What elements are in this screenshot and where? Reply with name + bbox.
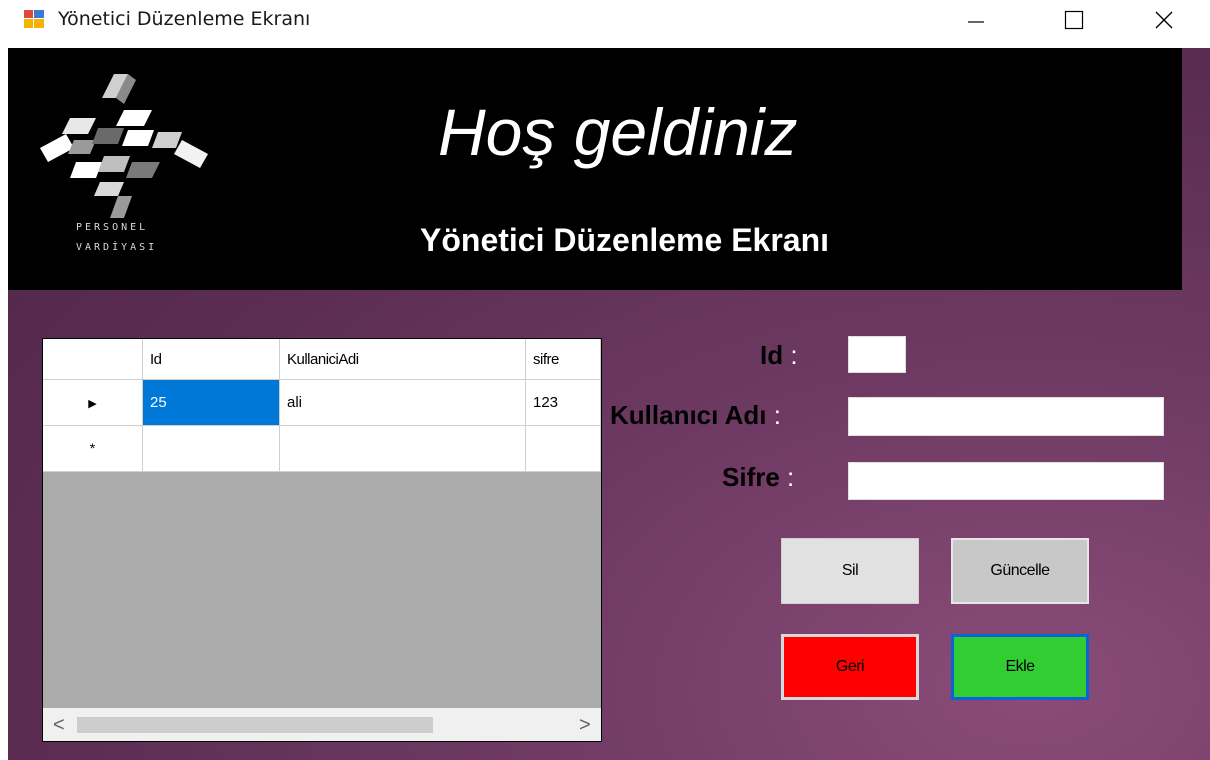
minimize-icon bbox=[968, 21, 984, 23]
horizontal-scrollbar[interactable]: < > bbox=[43, 708, 601, 741]
new-row-indicator[interactable]: * bbox=[43, 425, 143, 472]
table-row[interactable]: ▶ 25 ali 123 bbox=[43, 379, 601, 426]
row-header-corner bbox=[43, 339, 143, 380]
new-cell-password[interactable] bbox=[525, 425, 601, 472]
welcome-heading: Hoş geldiniz bbox=[438, 95, 798, 169]
title-bar: Yönetici Düzenleme Ekranı bbox=[0, 0, 1210, 48]
close-button[interactable] bbox=[1134, 0, 1194, 40]
new-cell-id[interactable] bbox=[142, 425, 280, 472]
column-header-password[interactable]: sifre bbox=[525, 339, 601, 380]
current-row-arrow-icon: ▶ bbox=[88, 398, 97, 410]
form-client-area: PERSONEL VARDİYASI Hoş geldiniz Yönetici… bbox=[8, 48, 1210, 760]
minimize-button[interactable] bbox=[946, 0, 1006, 40]
scroll-left-icon[interactable]: < bbox=[53, 714, 65, 737]
logo-icon bbox=[40, 74, 208, 218]
maximize-icon bbox=[1064, 10, 1084, 30]
password-label: Sifre : bbox=[722, 462, 794, 493]
grid-table: Id KullaniciAdi sifre ▶ 25 ali 123 * bbox=[43, 339, 601, 472]
update-button[interactable]: Güncelle bbox=[951, 538, 1089, 604]
add-button[interactable]: Ekle bbox=[951, 634, 1089, 700]
admin-data-grid[interactable]: Id KullaniciAdi sifre ▶ 25 ali 123 * < > bbox=[42, 338, 602, 742]
username-label-colon: : bbox=[773, 400, 781, 430]
back-button[interactable]: Geri bbox=[781, 634, 919, 700]
new-cell-username[interactable] bbox=[279, 425, 526, 472]
delete-button[interactable]: Sil bbox=[781, 538, 919, 604]
scroll-right-icon[interactable]: > bbox=[579, 714, 591, 737]
username-field[interactable] bbox=[848, 397, 1164, 436]
logo-text-line1: PERSONEL bbox=[76, 222, 149, 233]
password-field[interactable] bbox=[848, 462, 1164, 500]
maximize-button[interactable] bbox=[1044, 0, 1104, 40]
app-form-icon[interactable] bbox=[24, 10, 44, 28]
header-banner: PERSONEL VARDİYASI Hoş geldiniz Yönetici… bbox=[8, 48, 1182, 290]
id-label: Id : bbox=[760, 340, 798, 371]
row-indicator[interactable]: ▶ bbox=[43, 379, 143, 426]
grid-header-row: Id KullaniciAdi sifre bbox=[43, 339, 601, 380]
cell-password[interactable]: 123 bbox=[525, 379, 601, 426]
id-label-text: Id bbox=[760, 340, 784, 370]
cell-username[interactable]: ali bbox=[279, 379, 526, 426]
window-title: Yönetici Düzenleme Ekranı bbox=[58, 8, 311, 30]
password-label-text: Sifre bbox=[722, 462, 780, 492]
page-subtitle: Yönetici Düzenleme Ekranı bbox=[420, 222, 830, 258]
username-label-text: Kullanıcı Adı bbox=[610, 400, 767, 430]
column-header-username[interactable]: KullaniciAdi bbox=[279, 339, 526, 380]
id-label-colon: : bbox=[790, 340, 798, 370]
new-row[interactable]: * bbox=[43, 425, 601, 472]
username-label: Kullanıcı Adı : bbox=[610, 400, 781, 431]
scrollbar-thumb[interactable] bbox=[77, 717, 433, 733]
logo-text-line2: VARDİYASI bbox=[76, 242, 158, 253]
password-label-colon: : bbox=[787, 462, 795, 492]
close-icon bbox=[1155, 11, 1173, 29]
new-row-asterisk-icon: * bbox=[89, 440, 96, 456]
id-field[interactable] bbox=[848, 336, 906, 373]
cell-id[interactable]: 25 bbox=[142, 379, 280, 426]
company-logo: PERSONEL VARDİYASI bbox=[32, 70, 212, 270]
column-header-id[interactable]: Id bbox=[142, 339, 280, 380]
